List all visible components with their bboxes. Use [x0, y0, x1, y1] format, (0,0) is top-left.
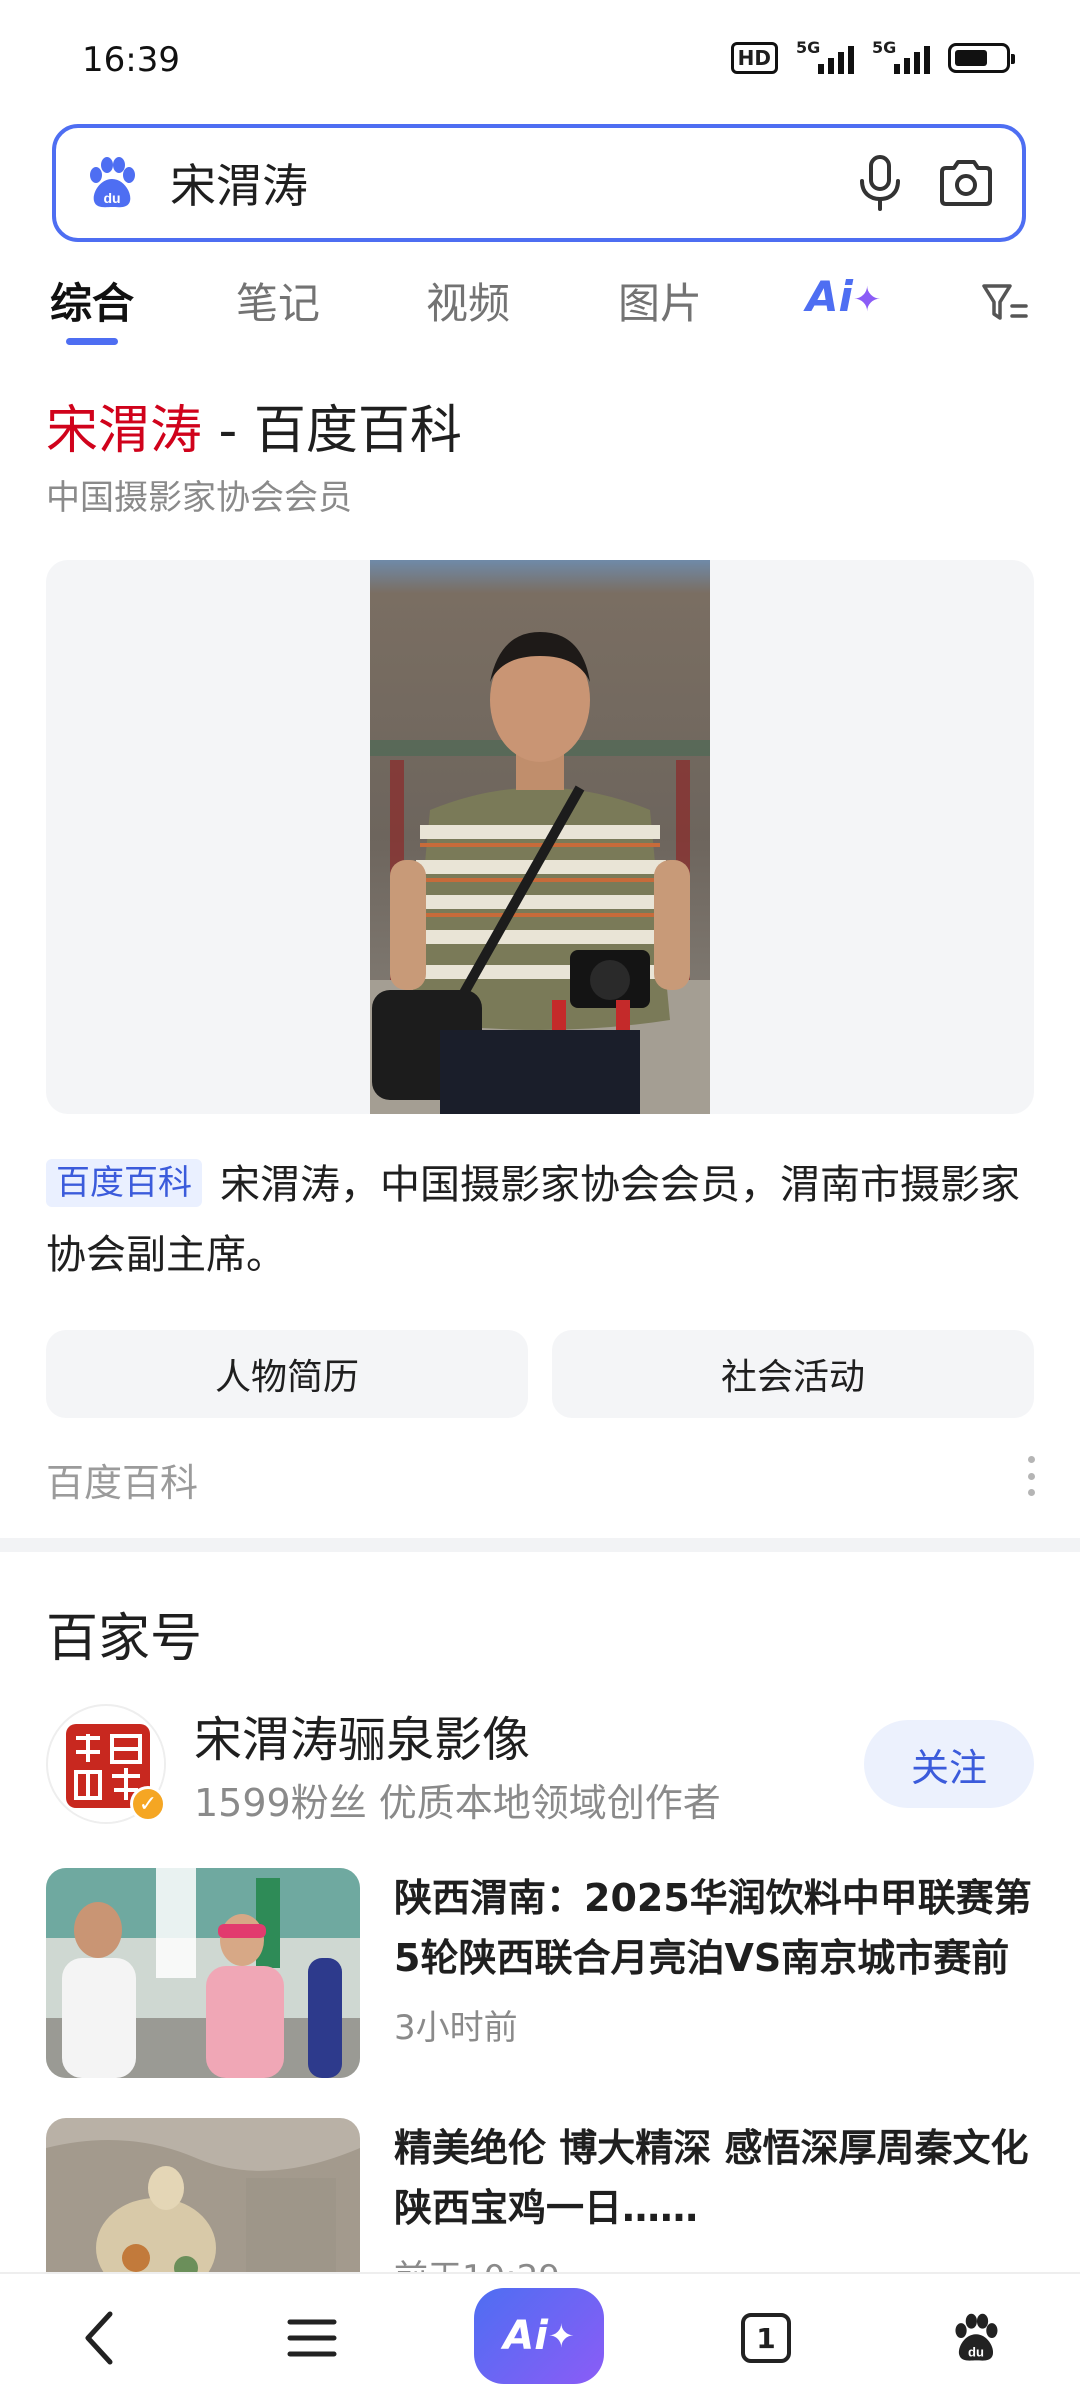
microphone-icon[interactable]	[850, 153, 910, 213]
result-image-panel[interactable]	[46, 560, 1034, 1114]
account-meta: 1599粉丝 优质本地领域创作者	[194, 1781, 721, 1825]
status-bar: 16:39 HD 5G 5G	[0, 0, 1080, 120]
tab-all[interactable]: 综合	[50, 270, 134, 331]
tab-notes[interactable]: 笔记	[236, 270, 320, 331]
battery-icon	[948, 43, 1015, 73]
active-tab-indicator	[66, 338, 118, 345]
tabs-count-icon[interactable]: 1	[726, 2298, 806, 2378]
filter-icon[interactable]	[980, 278, 1030, 328]
back-icon[interactable]	[60, 2298, 140, 2378]
baike-source-tag: 百度百科	[46, 1159, 202, 1207]
article-title[interactable]: 精美绝伦 博大精深 感悟深厚周秦文化 陕西宝鸡一日……	[394, 2118, 1034, 2238]
result-tabs: 综合 笔记 视频 图片 Ai✦	[0, 262, 1080, 352]
baidu-paw-icon: du	[82, 153, 142, 213]
tab-videos[interactable]: 视频	[426, 270, 510, 331]
article-thumbnail[interactable]	[46, 1868, 360, 2078]
result-source[interactable]: 百度百科	[46, 1452, 198, 1507]
sparkle-icon: ✦	[852, 280, 882, 320]
status-time: 16:39	[82, 40, 180, 80]
follow-button[interactable]: 关注	[864, 1720, 1034, 1808]
signal-5g-icon-2: 5G	[872, 38, 930, 74]
svg-text:du: du	[103, 190, 120, 206]
search-input[interactable]: 宋渭涛	[170, 150, 824, 216]
baidu-home-icon[interactable]: du	[936, 2298, 1016, 2378]
chip-biography[interactable]: 人物简历	[46, 1330, 528, 1418]
hd-voice-icon: HD	[730, 42, 778, 74]
person-photo[interactable]	[370, 560, 710, 1114]
tab-ai[interactable]: Ai✦	[806, 272, 881, 321]
chip-social-activities[interactable]: 社会活动	[552, 1330, 1034, 1418]
article-time: 3小时前	[394, 2008, 518, 2048]
result-snippet: 百度百科 宋渭涛，中国摄影家协会会员，渭南市摄影家协会副主席。	[46, 1150, 1036, 1290]
ai-assistant-button[interactable]: Ai ✦	[474, 2288, 604, 2384]
menu-icon[interactable]	[272, 2298, 352, 2378]
bottom-navigation: Ai ✦ 1 du	[0, 2272, 1080, 2400]
verified-badge-icon: ✓	[130, 1786, 166, 1822]
article-title[interactable]: 陕西渭南：2025华润饮料中甲联赛第5轮陕西联合月亮泊VS南京城市赛前球…	[394, 1868, 1034, 1988]
signal-5g-icon: 5G	[796, 38, 854, 74]
sparkle-icon: ✦	[547, 2317, 575, 2355]
result-subtitle: 中国摄影家协会会员	[46, 478, 352, 518]
account-name[interactable]: 宋渭涛骊泉影像	[194, 1700, 530, 1770]
more-options-icon[interactable]	[1024, 1456, 1038, 1496]
baijiahao-section-title: 百家号	[46, 1609, 203, 1669]
search-box[interactable]: du 宋渭涛	[52, 124, 1026, 242]
system-icons: HD 5G 5G	[730, 38, 1015, 74]
result-title[interactable]: 宋渭涛 - 百度百科	[46, 388, 462, 463]
camera-icon[interactable]	[936, 153, 996, 213]
section-divider	[0, 1538, 1080, 1552]
svg-text:du: du	[968, 2345, 984, 2360]
tab-images[interactable]: 图片	[618, 270, 702, 331]
article-item[interactable]: 陕西渭南：2025华润饮料中甲联赛第5轮陕西联合月亮泊VS南京城市赛前球… 3小…	[46, 1868, 1036, 2078]
